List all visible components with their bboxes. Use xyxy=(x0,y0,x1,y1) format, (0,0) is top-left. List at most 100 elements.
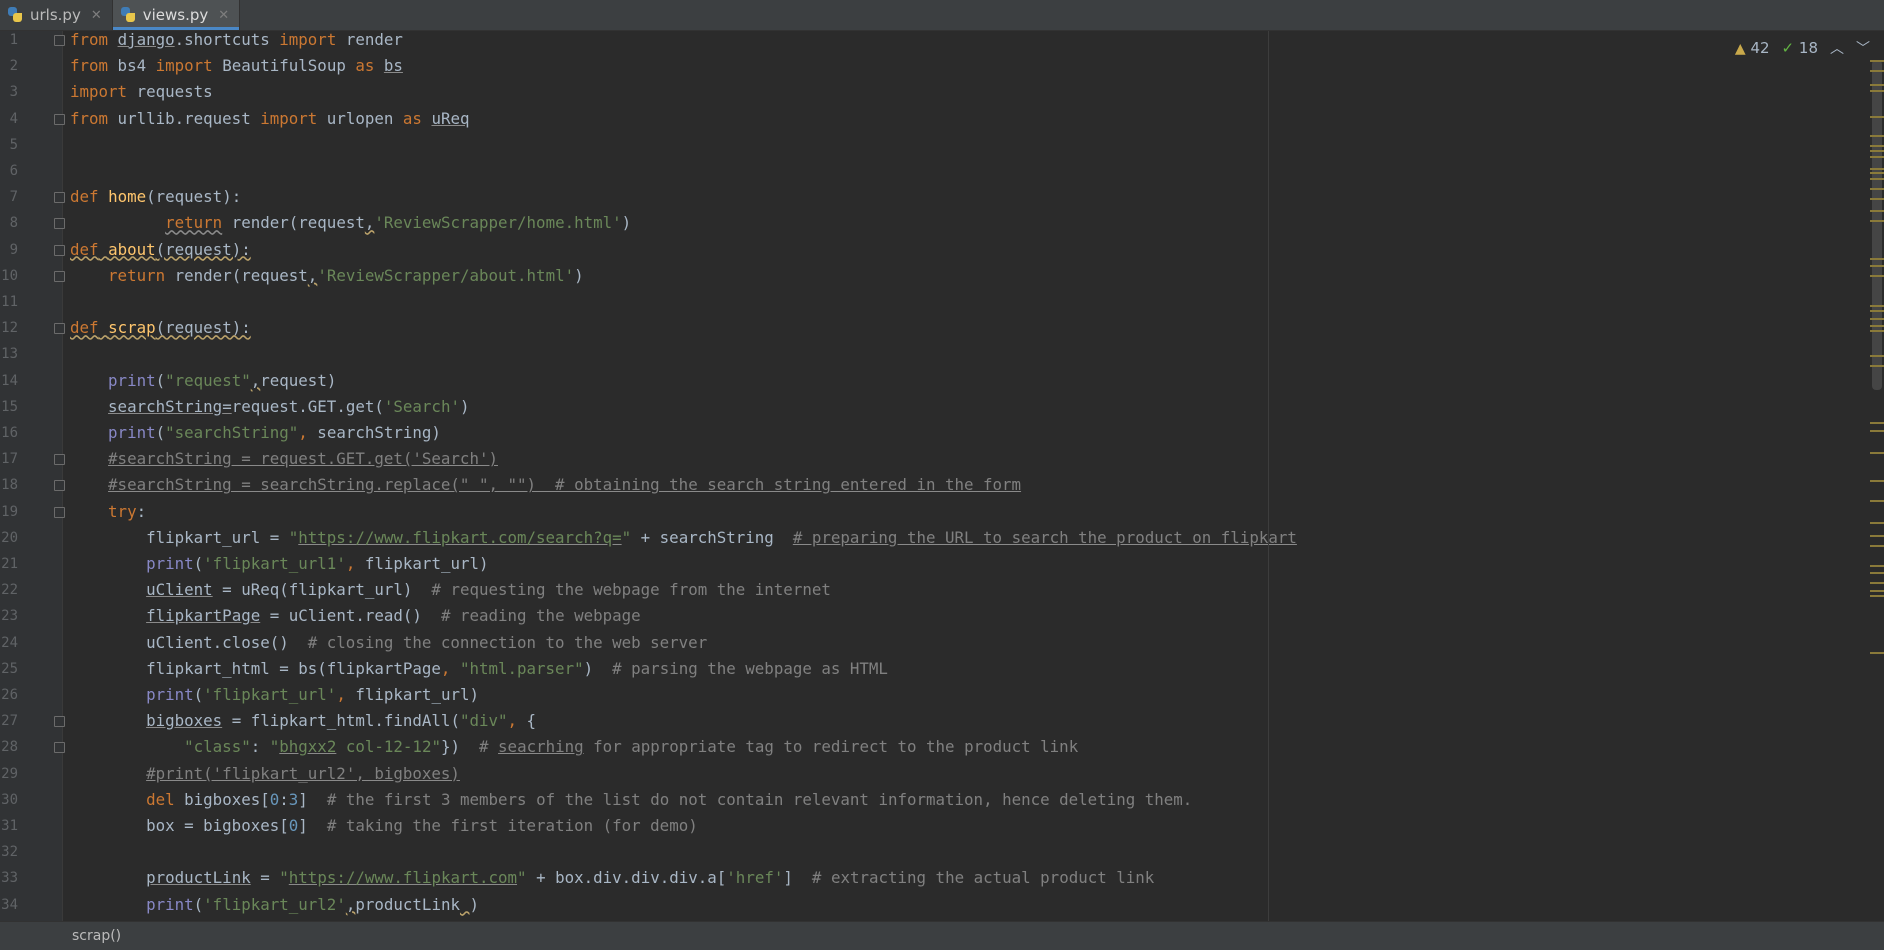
tab-views-py[interactable]: views.py ✕ xyxy=(112,0,241,30)
code-line[interactable]: from django.shortcuts import render xyxy=(70,27,403,53)
code-line[interactable]: #searchString = request.GET.get('Search'… xyxy=(70,446,498,472)
code-line[interactable]: #searchString = searchString.replace(" "… xyxy=(70,472,1021,498)
code-line[interactable]: searchString=request.GET.get('Search') xyxy=(70,394,469,420)
scrollbar-warning-mark[interactable] xyxy=(1870,330,1884,332)
scrollbar-warning-mark[interactable] xyxy=(1870,145,1884,147)
scrollbar-warning-mark[interactable] xyxy=(1870,156,1884,158)
scrollbar-warning-mark[interactable] xyxy=(1870,172,1884,174)
scrollbar-warning-mark[interactable] xyxy=(1870,595,1884,597)
line-number: 7 xyxy=(9,189,18,206)
scrollbar-warning-mark[interactable] xyxy=(1870,430,1884,432)
editor-scrollbar[interactable] xyxy=(1866,60,1884,890)
fold-marker-icon[interactable] xyxy=(54,270,65,282)
fold-marker-icon[interactable] xyxy=(54,506,65,518)
tab-label: urls.py xyxy=(30,6,81,24)
scrollbar-thumb[interactable] xyxy=(1872,60,1882,390)
scrollbar-warning-mark[interactable] xyxy=(1870,188,1884,190)
fold-marker-icon[interactable] xyxy=(54,323,65,335)
code-line[interactable]: #print('flipkart_url2', bigboxes) xyxy=(70,761,460,787)
scrollbar-warning-mark[interactable] xyxy=(1870,84,1884,86)
code-line[interactable]: print('flipkart_url2',productLink ) xyxy=(70,892,479,918)
code-line[interactable]: from bs4 import BeautifulSoup as bs xyxy=(70,53,403,79)
chevron-down-icon[interactable]: ﹀ xyxy=(1856,38,1870,58)
scrollbar-warning-mark[interactable] xyxy=(1870,572,1884,574)
scrollbar-warning-mark[interactable] xyxy=(1870,452,1884,454)
scrollbar-warning-mark[interactable] xyxy=(1870,60,1884,62)
scrollbar-warning-mark[interactable] xyxy=(1870,265,1884,267)
scrollbar-warning-mark[interactable] xyxy=(1870,310,1884,312)
code-line[interactable]: flipkart_html = bs(flipkartPage, "html.p… xyxy=(70,656,888,682)
fold-marker-icon[interactable] xyxy=(54,192,65,204)
breadcrumb[interactable]: scrap() xyxy=(72,928,121,944)
inspection-widget[interactable]: ▲ 42 ✓ 18 ︿ ﹀ xyxy=(1735,38,1870,58)
code-line[interactable]: def home(request): xyxy=(70,184,241,210)
scrollbar-warning-mark[interactable] xyxy=(1870,275,1884,277)
code-line[interactable]: print("searchString", searchString) xyxy=(70,420,441,446)
code-editor[interactable]: 1 2 3 4 5 6 7 8 9 10 11 12 13 14 15 16 17 18 19 20 21 22 23 24 2… xyxy=(0,30,1884,921)
tab-urls-py[interactable]: urls.py ✕ xyxy=(0,0,113,30)
chevron-up-icon[interactable]: ︿ xyxy=(1830,38,1844,58)
scrollbar-warning-mark[interactable] xyxy=(1870,258,1884,260)
scrollbar-warning-mark[interactable] xyxy=(1870,422,1884,424)
scrollbar-warning-mark[interactable] xyxy=(1870,150,1884,152)
fold-marker-icon[interactable] xyxy=(54,35,65,46)
scrollbar-warning-mark[interactable] xyxy=(1870,135,1884,137)
fold-marker-icon[interactable] xyxy=(54,716,65,728)
fold-marker-icon[interactable] xyxy=(54,454,65,466)
code-line[interactable]: import requests xyxy=(70,79,213,105)
scrollbar-warning-mark[interactable] xyxy=(1870,480,1884,482)
scrollbar-warning-mark[interactable] xyxy=(1870,325,1884,327)
code-line[interactable]: def about(request): xyxy=(70,237,251,263)
code-line[interactable]: uClient.close() # closing the connection… xyxy=(70,630,707,656)
scrollbar-warning-mark[interactable] xyxy=(1870,535,1884,537)
line-number-gutter[interactable]: 1 2 3 4 5 6 7 8 9 10 11 12 13 14 15 16 17 18 19 20 21 22 23 24 2… xyxy=(0,31,65,921)
scrollbar-warning-mark[interactable] xyxy=(1870,522,1884,524)
code-line[interactable]: try: xyxy=(70,499,146,525)
scrollbar-warning-mark[interactable] xyxy=(1870,565,1884,567)
scrollbar-warning-mark[interactable] xyxy=(1870,545,1884,547)
fold-marker-icon[interactable] xyxy=(54,244,65,256)
scrollbar-warning-mark[interactable] xyxy=(1870,168,1884,170)
scrollbar-warning-mark[interactable] xyxy=(1870,590,1884,592)
scrollbar-warning-mark[interactable] xyxy=(1870,500,1884,502)
close-icon[interactable]: ✕ xyxy=(91,8,102,23)
scrollbar-warning-mark[interactable] xyxy=(1870,198,1884,200)
scrollbar-warning-mark[interactable] xyxy=(1870,116,1884,118)
code-area[interactable]: from django.shortcuts import render from … xyxy=(70,30,1870,921)
scrollbar-warning-mark[interactable] xyxy=(1870,582,1884,584)
code-line[interactable]: print('flipkart_url', flipkart_url) xyxy=(70,682,479,708)
fold-marker-icon[interactable] xyxy=(54,218,65,230)
scrollbar-warning-mark[interactable] xyxy=(1870,90,1884,92)
scrollbar-warning-mark[interactable] xyxy=(1870,210,1884,212)
code-line[interactable]: flipkartPage = uClient.read() # reading … xyxy=(70,603,641,629)
code-line[interactable]: return render(request,'ReviewScrapper/ab… xyxy=(70,263,584,289)
code-line[interactable]: box = bigboxes[0] # taking the first ite… xyxy=(70,813,698,839)
scrollbar-warning-mark[interactable] xyxy=(1870,652,1884,654)
code-line[interactable]: productLink = "https://www.flipkart.com"… xyxy=(70,865,1154,891)
code-line[interactable]: from urllib.request import urlopen as uR… xyxy=(70,106,470,132)
fold-marker-icon[interactable] xyxy=(54,113,65,125)
line-number: 27 xyxy=(1,713,18,730)
fold-marker-icon[interactable] xyxy=(54,480,65,492)
scrollbar-warning-mark[interactable] xyxy=(1870,355,1884,357)
warnings-indicator[interactable]: ▲ 42 xyxy=(1735,39,1770,57)
code-line[interactable]: del bigboxes[0:3] # the first 3 members … xyxy=(70,787,1192,813)
scrollbar-warning-mark[interactable] xyxy=(1870,70,1884,72)
fold-marker-icon[interactable] xyxy=(54,742,65,754)
scrollbar-warning-mark[interactable] xyxy=(1870,220,1884,222)
scrollbar-warning-mark[interactable] xyxy=(1870,178,1884,180)
code-line[interactable]: def scrap(request): xyxy=(70,315,251,341)
scrollbar-warning-mark[interactable] xyxy=(1870,305,1884,307)
code-line[interactable]: print('flipkart_url1', flipkart_url) xyxy=(70,551,488,577)
code-line[interactable]: uClient = uReq(flipkart_url) # requestin… xyxy=(70,577,831,603)
code-line[interactable]: return render(request,'ReviewScrapper/ho… xyxy=(70,210,631,236)
close-icon[interactable]: ✕ xyxy=(218,8,229,23)
ok-indicator[interactable]: ✓ 18 xyxy=(1782,39,1818,57)
scrollbar-warning-mark[interactable] xyxy=(1870,365,1884,367)
line-number: 5 xyxy=(9,136,18,153)
scrollbar-warning-mark[interactable] xyxy=(1870,318,1884,320)
code-line[interactable]: "class": "bhgxx2 col-12-12"}) # seacrhin… xyxy=(70,734,1078,760)
code-line[interactable]: bigboxes = flipkart_html.findAll("div", … xyxy=(70,708,536,734)
code-line[interactable]: print("request",request) xyxy=(70,368,336,394)
code-line[interactable]: flipkart_url = "https://www.flipkart.com… xyxy=(70,525,1297,551)
